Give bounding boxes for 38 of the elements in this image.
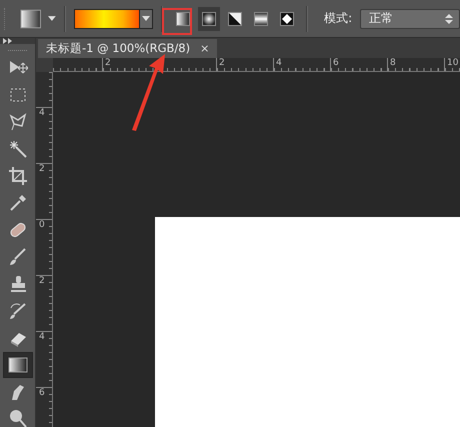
brush-icon xyxy=(8,247,28,267)
ruler-label: 4 xyxy=(274,58,282,68)
history-brush-icon xyxy=(8,301,28,321)
close-button[interactable]: × xyxy=(200,42,210,55)
magic-wand-icon xyxy=(8,139,28,159)
ruler-label: 2 xyxy=(217,58,225,68)
dodge-icon xyxy=(8,409,28,427)
ruler-label: 0 xyxy=(38,220,45,230)
mode-label: 模式: xyxy=(324,10,352,27)
spinner-arrows-icon xyxy=(444,12,453,24)
linear-gradient-icon xyxy=(176,12,190,26)
ruler-label: 2 xyxy=(103,58,111,68)
highlight-box xyxy=(162,8,192,35)
ruler-label: 8 xyxy=(388,58,396,68)
ruler-label: 2 xyxy=(38,276,45,286)
ruler-label: 4 xyxy=(38,108,45,118)
ruler-label: 4 xyxy=(38,332,45,342)
ruler-label: 10 xyxy=(445,58,458,68)
crop-icon xyxy=(8,166,28,186)
mode-dropdown[interactable]: 正常 xyxy=(360,8,460,28)
gradient-preset-icon[interactable] xyxy=(20,8,42,28)
ruler-label: 6 xyxy=(38,388,45,398)
dropdown-button[interactable] xyxy=(140,8,154,28)
document-tab[interactable]: 未标题-1 @ 100%(RGB/8) × xyxy=(38,39,218,58)
radial-gradient-icon xyxy=(202,12,216,26)
reflected-gradient-icon xyxy=(254,12,268,26)
angle-gradient-icon xyxy=(228,12,242,26)
gradient-swatch[interactable] xyxy=(74,8,140,28)
tool-button[interactable] xyxy=(2,352,32,378)
eyedropper-icon xyxy=(8,193,28,213)
ruler-label: 6 xyxy=(331,58,339,68)
gradient-type-button[interactable] xyxy=(198,6,220,30)
lasso-icon xyxy=(8,112,28,132)
caret-icon[interactable] xyxy=(48,16,56,21)
diamond-gradient-icon xyxy=(280,12,294,26)
caret-icon xyxy=(142,16,150,21)
ruler-label: 2 xyxy=(38,164,45,174)
gradient-tool-icon xyxy=(8,355,28,375)
